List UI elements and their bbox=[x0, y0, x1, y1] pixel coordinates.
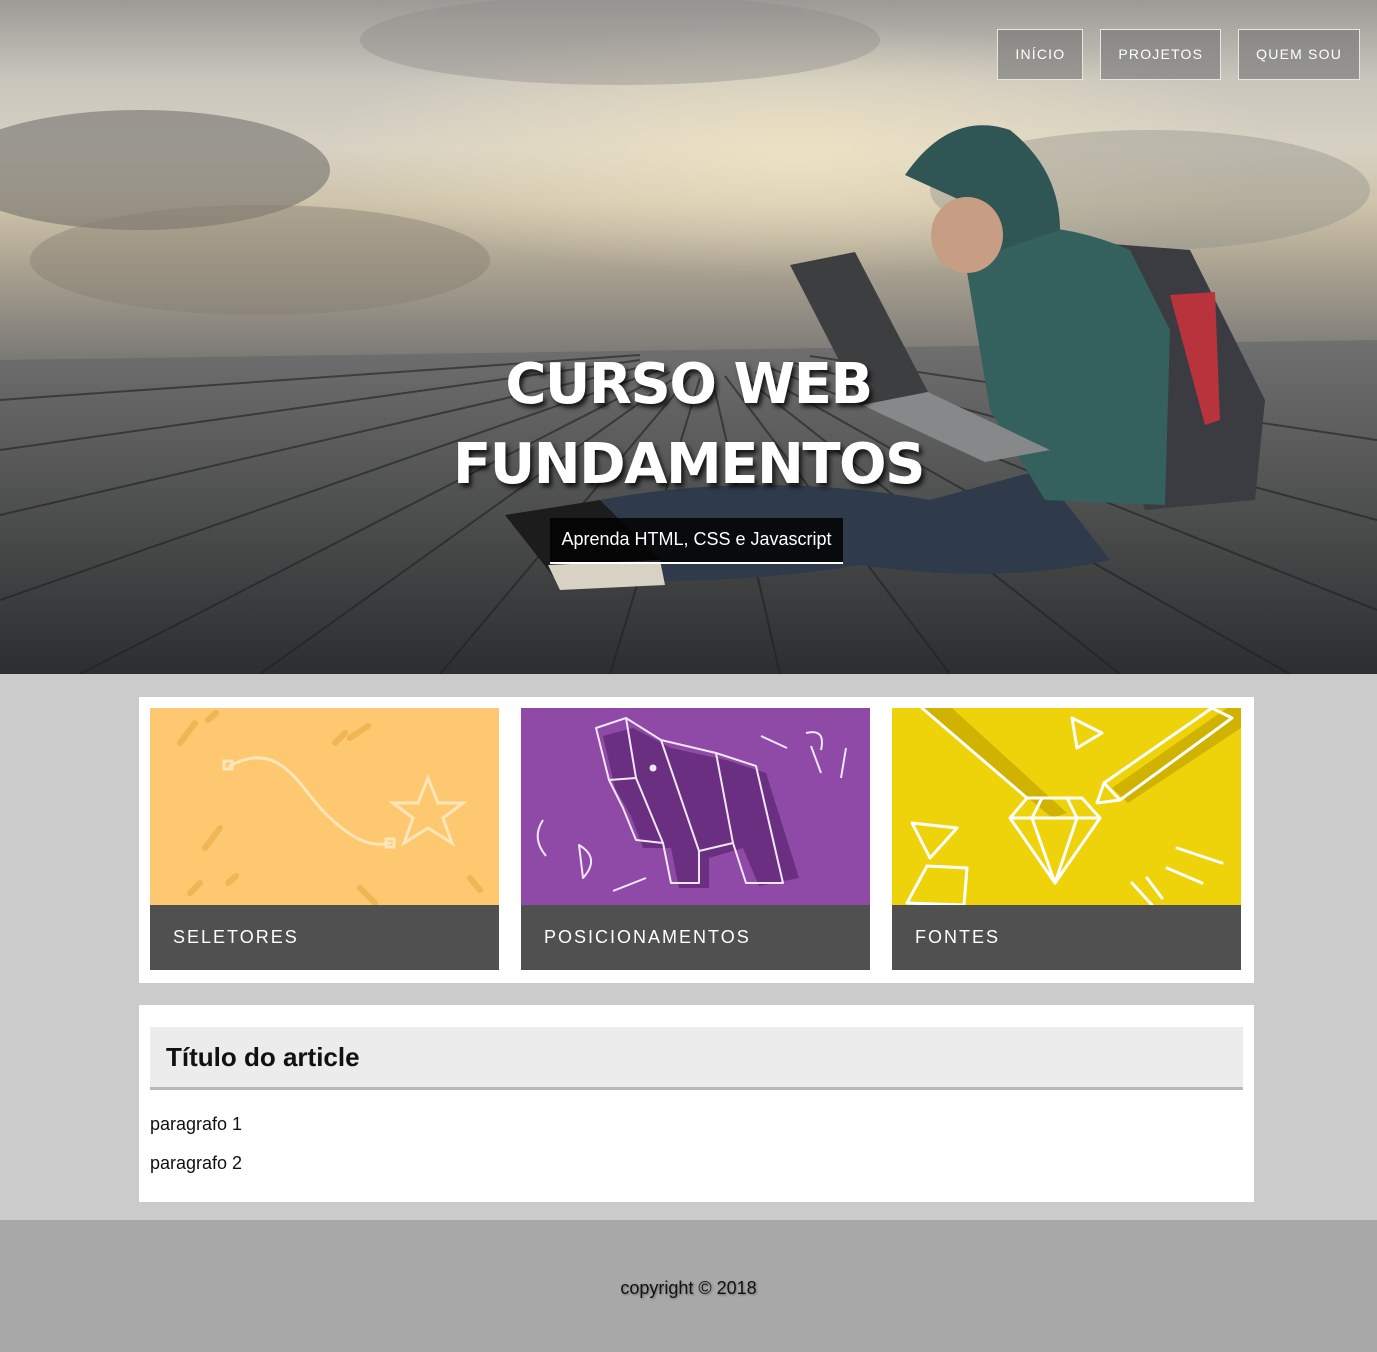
card-label-seletores: SELETORES bbox=[150, 905, 499, 970]
hero-title: CURSO WEB FUNDAMENTOS bbox=[0, 345, 1377, 505]
main-nav: INÍCIO PROJETOS QUEM SOU bbox=[997, 29, 1360, 80]
article-title: Título do article bbox=[150, 1027, 1243, 1090]
footer: copyright © 2018 bbox=[0, 1220, 1377, 1352]
origami-elephant-illustration-icon bbox=[521, 708, 870, 905]
diamond-pencil-illustration-icon bbox=[892, 708, 1241, 905]
article-paragraph-2: paragrafo 2 bbox=[150, 1153, 243, 1173]
nav-quem-sou[interactable]: QUEM SOU bbox=[1238, 29, 1360, 80]
copyright-text: copyright © 2018 bbox=[620, 1278, 757, 1298]
hero-background-image bbox=[0, 0, 1377, 674]
hero-title-line-1: CURSO WEB bbox=[505, 352, 873, 417]
card-posicionamentos[interactable]: POSICIONAMENTOS bbox=[521, 708, 870, 970]
card-seletores[interactable]: SELETORES bbox=[150, 708, 499, 970]
card-label-posicionamentos: POSICIONAMENTOS bbox=[521, 905, 870, 970]
topics-cards: SELETORES POSICIONAMENTOS FONTES bbox=[139, 697, 1254, 983]
card-label-fontes: FONTES bbox=[892, 905, 1241, 970]
article-paragraph-1: paragrafo 1 bbox=[150, 1114, 243, 1134]
hero-subtitle: Aprenda HTML, CSS e Javascript bbox=[550, 518, 843, 564]
hero-banner: INÍCIO PROJETOS QUEM SOU CURSO WEB FUNDA… bbox=[0, 0, 1377, 674]
nav-projetos[interactable]: PROJETOS bbox=[1100, 29, 1222, 80]
article: Título do article paragrafo 1 paragrafo … bbox=[139, 1005, 1254, 1202]
card-fontes[interactable]: FONTES bbox=[892, 708, 1241, 970]
hero-title-line-2: FUNDAMENTOS bbox=[453, 432, 925, 497]
nav-inicio[interactable]: INÍCIO bbox=[997, 29, 1084, 80]
bezier-star-illustration-icon bbox=[150, 708, 499, 905]
